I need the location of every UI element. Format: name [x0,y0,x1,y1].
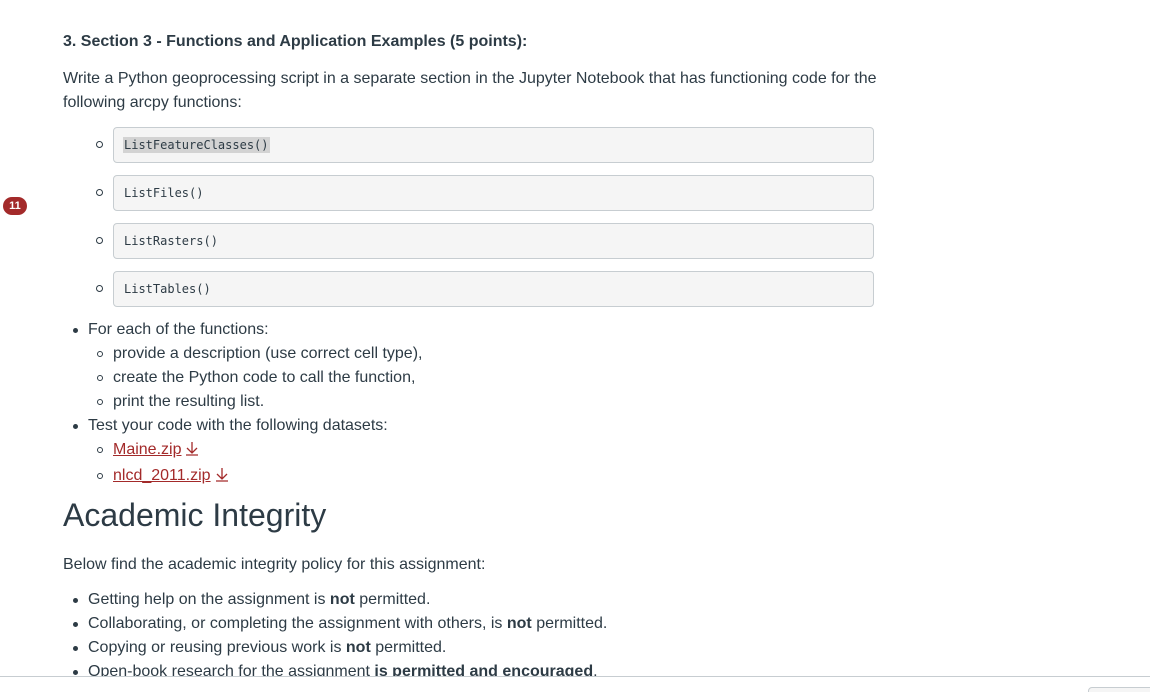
code-block: ListFeatureClasses() [113,127,874,163]
list-item: print the resulting list. [63,390,422,414]
bottom-bar [0,676,1150,692]
section-heading: 3. Section 3 - Functions and Application… [63,33,528,50]
circle-bullet-icon [96,189,103,196]
integrity-policy-list: Getting help on the assignment is not pe… [63,588,607,684]
circle-bullet-icon [96,141,103,148]
code-text: ListFiles() [124,186,204,200]
download-icon[interactable] [215,466,229,490]
list-item: nlcd_2011.zip [63,464,422,490]
download-icon[interactable] [185,440,199,464]
count-badge: 11 [3,197,27,215]
code-block: ListTables() [113,271,874,307]
circle-bullet-icon [96,237,103,244]
integrity-intro: Below find the academic integrity policy… [63,556,486,573]
academic-integrity-heading: Academic Integrity [63,497,327,533]
code-text: ListRasters() [124,234,218,248]
list-item: Collaborating, or completing the assignm… [63,612,607,636]
list-item: Maine.zip [63,438,422,464]
circle-bullet-icon [96,285,103,292]
maine-zip-link[interactable]: Maine.zip [113,441,181,458]
list-item: Test your code with the following datase… [63,414,422,438]
list-item: For each of the functions: [63,318,422,342]
list-item: provide a description (use correct cell … [63,342,422,366]
list-item: Getting help on the assignment is not pe… [63,588,607,612]
nlcd-zip-link[interactable]: nlcd_2011.zip [113,467,211,484]
list-item: Copying or reusing previous work is not … [63,636,607,660]
footer-button[interactable] [1088,687,1150,692]
section-intro: Write a Python geoprocessing script in a… [63,70,877,111]
list-item: create the Python code to call the funct… [63,366,422,390]
code-block: ListFiles() [113,175,874,211]
code-text: ListFeatureClasses() [123,137,270,153]
code-block: ListRasters() [113,223,874,259]
instructions-list: For each of the functions: provide a des… [63,318,422,490]
code-text: ListTables() [124,282,211,296]
